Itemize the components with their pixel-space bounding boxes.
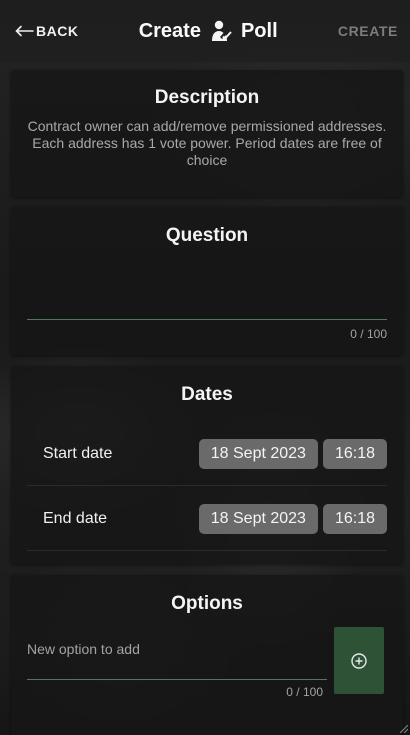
start-date-row: Start date 18 Sept 2023 16:18 [27, 422, 387, 486]
end-date-row: End date 18 Sept 2023 16:18 [27, 487, 387, 551]
end-date-chip[interactable]: 18 Sept 2023 [198, 503, 318, 534]
end-date-label: End date [43, 509, 108, 527]
question-counter: 0 / 100 [350, 327, 387, 341]
dates-title: Dates [181, 384, 233, 405]
description-text: Contract owner can add/remove permission… [27, 118, 387, 168]
resize-corner-icon [400, 725, 408, 733]
options-title: Options [171, 593, 243, 614]
arrow-left-icon [15, 25, 34, 37]
question-input[interactable] [27, 267, 387, 319]
option-counter: 0 / 100 [286, 685, 323, 699]
start-date-chip[interactable]: 18 Sept 2023 [198, 438, 318, 469]
description-title: Description [154, 87, 260, 108]
title-poll: Poll [240, 19, 278, 42]
back-button[interactable]: BACK [14, 23, 78, 39]
description-card: Description Contract owner can add/remov… [11, 70, 403, 197]
new-option-input[interactable]: New option to add [27, 641, 140, 657]
start-date-label: Start date [43, 444, 113, 462]
create-button[interactable]: CREATE [338, 23, 398, 39]
page-title: Create Poll [139, 19, 278, 43]
question-card: Question 0 / 100 [11, 207, 403, 355]
voter-icon [211, 20, 232, 41]
option-underline [27, 679, 327, 680]
plus-circle-icon [351, 652, 367, 669]
add-option-button[interactable] [334, 627, 384, 694]
back-label: BACK [36, 23, 79, 39]
dates-card: Dates Start date 18 Sept 2023 16:18 End … [11, 366, 403, 564]
top-app-bar: BACK Create Poll CREATE [0, 0, 410, 62]
title-create: Create [138, 19, 201, 42]
question-underline [27, 319, 387, 320]
end-time-chip[interactable]: 16:18 [322, 503, 387, 534]
question-title: Question [165, 225, 249, 246]
start-time-chip[interactable]: 16:18 [322, 438, 387, 469]
